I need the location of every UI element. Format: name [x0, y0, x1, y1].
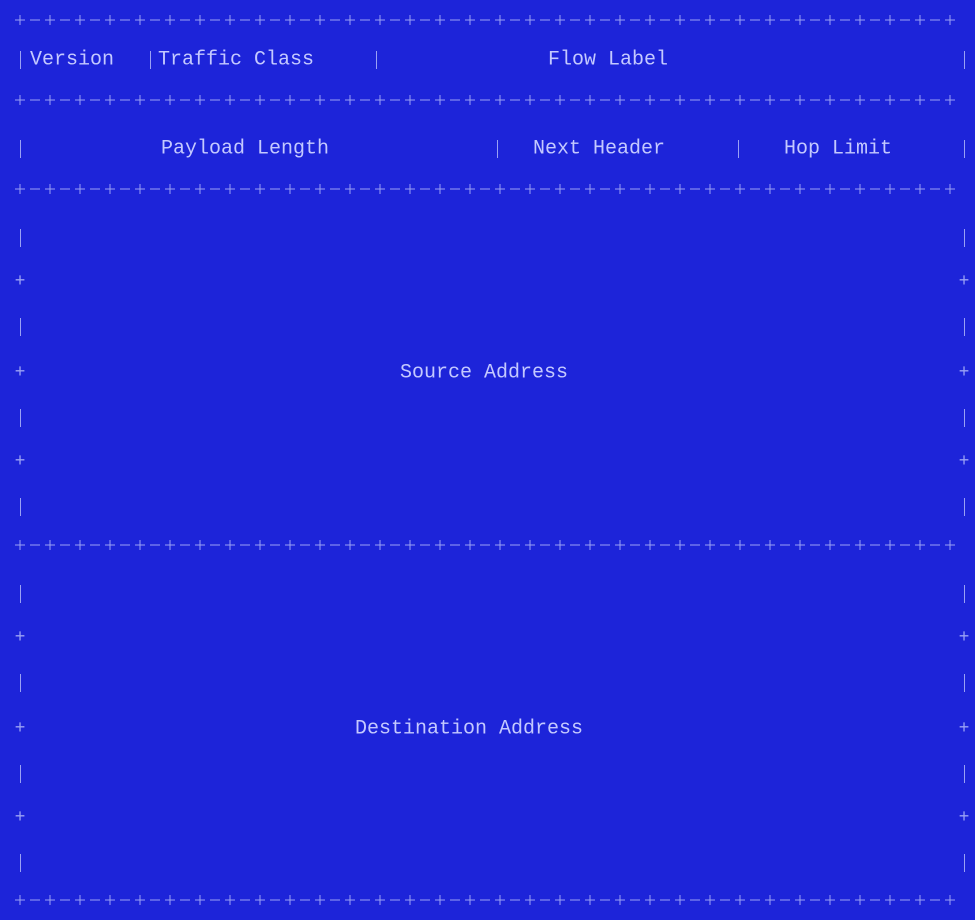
source-left-bar-3 [20, 409, 21, 427]
flow-label-field: Flow Label [548, 48, 669, 72]
source-right-plus-1: + [958, 272, 970, 292]
border-line-5 [0, 891, 975, 909]
ipv6-header-diagram: Version Traffic Class Flow Label Payload… [0, 0, 975, 920]
header-row-2: Payload Length Next Header Hop Limit [0, 127, 975, 171]
source-right-plus-3: + [958, 452, 970, 472]
source-row-c [0, 305, 975, 349]
dest-left-bar-1 [20, 585, 21, 603]
dest-right-plus-2: + [958, 719, 970, 739]
traffic-class-field: Traffic Class [158, 48, 315, 72]
source-left-plus-3: + [14, 452, 26, 472]
dest-right-plus-1: + [958, 628, 970, 648]
source-left-plus-1: + [14, 272, 26, 292]
source-row-f: + + [0, 440, 975, 484]
dest-right-bar-2 [964, 674, 965, 692]
row1-right-bar [964, 51, 965, 69]
border-line-1 [0, 11, 975, 29]
header-row-1: Version Traffic Class Flow Label [0, 38, 975, 82]
source-right-bar-2 [964, 318, 965, 336]
version-field: Version [30, 48, 115, 72]
border-line-4 [0, 536, 975, 554]
dest-row-e [0, 752, 975, 796]
source-address-field: Source Address [400, 361, 569, 385]
dest-left-bar-3 [20, 765, 21, 783]
dest-left-bar-2 [20, 674, 21, 692]
dest-left-plus-2: + [14, 719, 26, 739]
dest-left-bar-4 [20, 854, 21, 872]
dest-row-a [0, 572, 975, 616]
dest-right-plus-3: + [958, 808, 970, 828]
dest-left-plus-1: + [14, 628, 26, 648]
row1-left-bar [20, 51, 21, 69]
row1-divider-2 [376, 51, 377, 69]
dest-right-bar-1 [964, 585, 965, 603]
dest-row-b: + + [0, 616, 975, 660]
dest-row-d: + Destination Address + [0, 707, 975, 751]
dest-row-g [0, 841, 975, 885]
source-left-bar-4 [20, 498, 21, 516]
source-row-a [0, 216, 975, 260]
row2-right-bar [964, 140, 965, 158]
source-right-bar-3 [964, 409, 965, 427]
hop-limit-field: Hop Limit [784, 137, 893, 161]
dest-row-f: + + [0, 796, 975, 840]
dest-row-c [0, 661, 975, 705]
source-right-plus-2: + [958, 363, 970, 383]
destination-address-field: Destination Address [355, 717, 584, 741]
row1-divider-1 [150, 51, 151, 69]
source-row-d: + Source Address + [0, 351, 975, 395]
source-left-bar-1 [20, 229, 21, 247]
source-row-b: + + [0, 260, 975, 304]
payload-length-field: Payload Length [161, 137, 330, 161]
border-line-2 [0, 91, 975, 109]
source-right-bar-1 [964, 229, 965, 247]
source-left-bar-2 [20, 318, 21, 336]
row2-divider-2 [738, 140, 739, 158]
dest-right-bar-4 [964, 854, 965, 872]
source-left-plus-2: + [14, 363, 26, 383]
next-header-field: Next Header [533, 137, 666, 161]
source-row-e [0, 396, 975, 440]
dest-left-plus-3: + [14, 808, 26, 828]
dest-right-bar-3 [964, 765, 965, 783]
row2-divider-1 [497, 140, 498, 158]
source-row-g [0, 485, 975, 529]
row2-left-bar [20, 140, 21, 158]
border-line-3 [0, 180, 975, 198]
source-right-bar-4 [964, 498, 965, 516]
